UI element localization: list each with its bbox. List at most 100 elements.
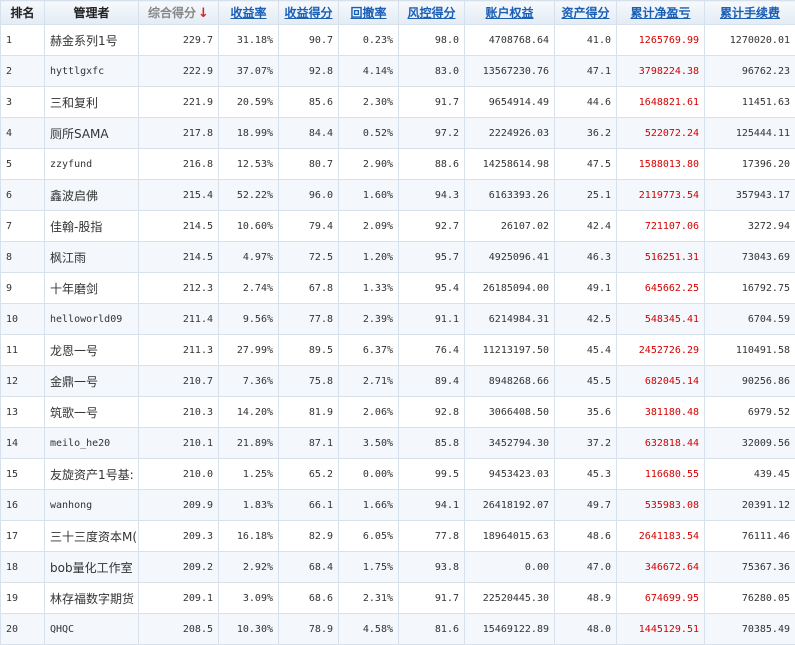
table-row: 13筑歌一号210.314.20%81.92.06%92.83066408.50… [1,397,795,428]
return-rate-cell: 14.20% [219,397,279,428]
header-net-pnl[interactable]: 累计净盈亏 [617,1,705,25]
return-score-cell: 89.5 [279,335,339,366]
return-rate-cell: 18.99% [219,118,279,149]
return-rate-cell: 10.60% [219,211,279,242]
rank-cell: 3 [1,87,45,118]
header-return-rate-label: 收益率 [230,6,266,20]
header-return-rate[interactable]: 收益率 [219,1,279,25]
manager-cell: hyttlgxfc [45,56,139,87]
net-pnl-cell: 1588013.80 [617,149,705,180]
manager-cell: 鑫波启佛 [45,180,139,211]
return-score-cell: 80.7 [279,149,339,180]
return-rate-cell: 7.36% [219,366,279,397]
rank-cell: 1 [1,25,45,56]
table-row: 15友旋资产1号基:210.01.25%65.20.00%99.59453423… [1,459,795,490]
rank-cell: 2 [1,56,45,87]
manager-cell: 枫江雨 [45,242,139,273]
risk-score-cell: 98.0 [399,25,465,56]
rank-cell: 9 [1,273,45,304]
header-drawdown[interactable]: 回撤率 [339,1,399,25]
drawdown-cell: 2.71% [339,366,399,397]
rank-cell: 19 [1,583,45,614]
rank-cell: 15 [1,459,45,490]
return-rate-cell: 2.74% [219,273,279,304]
equity-cell: 26107.02 [465,211,555,242]
return-score-cell: 67.8 [279,273,339,304]
rank-cell: 11 [1,335,45,366]
manager-cell: 金鼎一号 [45,366,139,397]
return-score-cell: 65.2 [279,459,339,490]
table-row: 19林存福数字期货209.13.09%68.62.31%91.722520445… [1,583,795,614]
table-row: 17三十三度资本M(209.316.18%82.96.05%77.8189640… [1,521,795,552]
header-risk-score[interactable]: 风控得分 [399,1,465,25]
asset-score-cell: 35.6 [555,397,617,428]
table-row: 3三和复利221.920.59%85.62.30%91.79654914.494… [1,87,795,118]
risk-score-cell: 81.6 [399,614,465,645]
return-score-cell: 82.9 [279,521,339,552]
total-score-cell: 214.5 [139,211,219,242]
equity-cell: 13567230.76 [465,56,555,87]
drawdown-cell: 1.33% [339,273,399,304]
total-score-cell: 210.1 [139,428,219,459]
total-score-cell: 212.3 [139,273,219,304]
asset-score-cell: 47.5 [555,149,617,180]
drawdown-cell: 1.60% [339,180,399,211]
drawdown-cell: 1.20% [339,242,399,273]
header-rank-label: 排名 [10,6,34,20]
header-equity[interactable]: 账户权益 [465,1,555,25]
equity-cell: 2224926.03 [465,118,555,149]
header-total-score[interactable]: 综合得分↓ [139,1,219,25]
rank-cell: 7 [1,211,45,242]
fees-cell: 439.45 [705,459,795,490]
return-score-cell: 68.6 [279,583,339,614]
drawdown-cell: 0.23% [339,25,399,56]
equity-cell: 3452794.30 [465,428,555,459]
rank-cell: 5 [1,149,45,180]
asset-score-cell: 48.9 [555,583,617,614]
total-score-cell: 210.0 [139,459,219,490]
manager-cell: 厕所SAMA [45,118,139,149]
risk-score-cell: 95.7 [399,242,465,273]
header-rank: 排名 [1,1,45,25]
net-pnl-cell: 535983.08 [617,490,705,521]
asset-score-cell: 37.2 [555,428,617,459]
total-score-cell: 214.5 [139,242,219,273]
header-fees[interactable]: 累计手续费 [705,1,795,25]
risk-score-cell: 88.6 [399,149,465,180]
return-score-cell: 78.9 [279,614,339,645]
rank-cell: 13 [1,397,45,428]
risk-score-cell: 94.1 [399,490,465,521]
rank-cell: 12 [1,366,45,397]
manager-cell: 龙恩一号 [45,335,139,366]
drawdown-cell: 1.66% [339,490,399,521]
asset-score-cell: 41.0 [555,25,617,56]
header-return-score[interactable]: 收益得分 [279,1,339,25]
drawdown-cell: 3.50% [339,428,399,459]
total-score-cell: 217.8 [139,118,219,149]
drawdown-cell: 2.09% [339,211,399,242]
drawdown-cell: 6.05% [339,521,399,552]
net-pnl-cell: 116680.55 [617,459,705,490]
equity-cell: 9654914.49 [465,87,555,118]
risk-score-cell: 91.7 [399,583,465,614]
total-score-cell: 211.4 [139,304,219,335]
net-pnl-cell: 632818.44 [617,428,705,459]
net-pnl-cell: 346672.64 [617,552,705,583]
manager-cell: wanhong [45,490,139,521]
fees-cell: 11451.63 [705,87,795,118]
return-rate-cell: 52.22% [219,180,279,211]
fees-cell: 16792.75 [705,273,795,304]
table-row: 8枫江雨214.54.97%72.51.20%95.74925096.4146.… [1,242,795,273]
manager-cell: 三十三度资本M( [45,521,139,552]
asset-score-cell: 44.6 [555,87,617,118]
drawdown-cell: 1.75% [339,552,399,583]
fees-cell: 75367.36 [705,552,795,583]
header-asset-score[interactable]: 资产得分 [555,1,617,25]
net-pnl-cell: 522072.24 [617,118,705,149]
sort-desc-arrow-icon: ↓ [198,6,209,21]
net-pnl-cell: 721107.06 [617,211,705,242]
fees-cell: 357943.17 [705,180,795,211]
total-score-cell: 215.4 [139,180,219,211]
rank-cell: 17 [1,521,45,552]
risk-score-cell: 76.4 [399,335,465,366]
